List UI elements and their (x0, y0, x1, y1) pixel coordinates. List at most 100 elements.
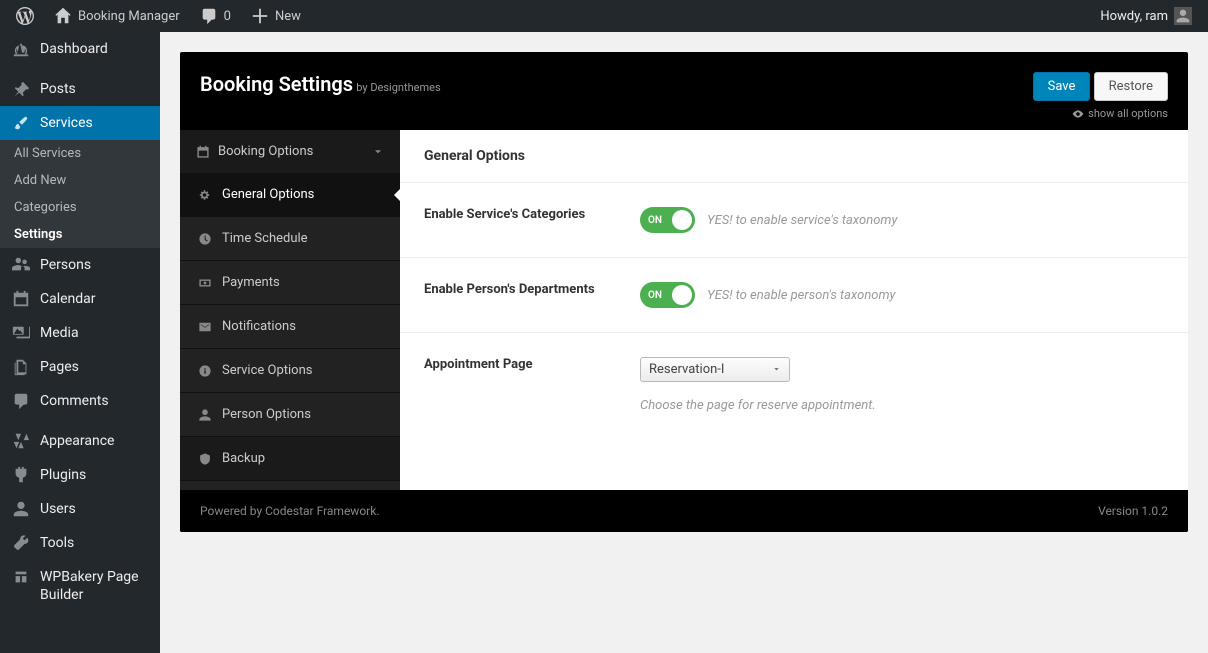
pin-icon (12, 80, 30, 98)
panel-nav-notifications[interactable]: Notifications (180, 305, 400, 349)
wp-logo[interactable] (8, 0, 42, 32)
sidebar-item-dashboard[interactable]: Dashboard (0, 32, 160, 66)
person-icon (198, 408, 212, 422)
panel-nav-item-label: Payments (222, 275, 280, 290)
sidebar-subitem-add-new[interactable]: Add New (0, 167, 160, 194)
site-name-item[interactable]: Booking Manager (46, 0, 188, 32)
eye-off-icon (1072, 108, 1084, 120)
panel-nav-item-label: Notifications (222, 319, 296, 334)
panel-main: General Options Enable Service's Categor… (400, 130, 1188, 490)
panel-nav-general-options[interactable]: General Options (180, 173, 400, 217)
sidebar-item-comments[interactable]: Comments (0, 384, 160, 418)
sidebar-item-label: WPBakery Page Builder (40, 568, 148, 604)
home-icon (54, 7, 72, 25)
chevron-down-icon (772, 365, 781, 374)
select-value: Reservation-I (649, 362, 724, 377)
field-appointment-page: Appointment Page Reservation-I Choose th… (400, 332, 1188, 437)
panel-header: Booking Settings by Designthemes Save Re… (180, 52, 1188, 130)
sidebar-item-posts[interactable]: Posts (0, 72, 160, 106)
field-label: Enable Service's Categories (424, 207, 640, 222)
panel-body: Booking Options General Options Time Sch… (180, 130, 1188, 490)
comments-count: 0 (224, 9, 231, 24)
site-name: Booking Manager (78, 9, 180, 24)
sidebar-item-calendar[interactable]: Calendar (0, 282, 160, 316)
user-icon (12, 500, 30, 518)
admin-bar-left: Booking Manager 0 New (8, 0, 309, 32)
calendar-icon (12, 290, 30, 308)
field-enable-categories: Enable Service's Categories ON YES! to e… (400, 182, 1188, 257)
sidebar-item-wpbakery[interactable]: WPBakery Page Builder (0, 560, 160, 612)
panel-title-wrap: Booking Settings by Designthemes (200, 72, 441, 96)
panel-nav-time-schedule[interactable]: Time Schedule (180, 217, 400, 261)
sidebar-item-media[interactable]: Media (0, 316, 160, 350)
info-icon (198, 364, 212, 378)
new-item[interactable]: New (243, 0, 309, 32)
field-hint: YES! to enable person's taxonomy (707, 288, 896, 303)
avatar (1174, 7, 1192, 25)
sidebar-submenu-services: All Services Add New Categories Settings (0, 140, 160, 248)
section-title: General Options (400, 130, 1188, 182)
users-icon (12, 256, 30, 274)
sidebar-subitem-all-services[interactable]: All Services (0, 140, 160, 167)
panel-nav-item-label: Person Options (222, 407, 311, 422)
panel-nav-backup[interactable]: Backup (180, 437, 400, 481)
sidebar-item-appearance[interactable]: Appearance (0, 424, 160, 458)
panel-nav-heading[interactable]: Booking Options (180, 130, 400, 173)
main-content: Booking Settings by Designthemes Save Re… (160, 32, 1208, 532)
panel-nav-item-label: Time Schedule (222, 231, 308, 246)
sidebar-item-plugins[interactable]: Plugins (0, 458, 160, 492)
settings-panel: Booking Settings by Designthemes Save Re… (180, 52, 1188, 532)
footer-credit: Powered by Codestar Framework. (200, 504, 379, 518)
sidebar-subitem-categories[interactable]: Categories (0, 194, 160, 221)
field-control: ON YES! to enable person's taxonomy (640, 282, 1164, 308)
sidebar-item-users[interactable]: Users (0, 492, 160, 526)
dashboard-icon (12, 40, 30, 58)
sidebar-item-pages[interactable]: Pages (0, 350, 160, 384)
pages-icon (12, 358, 30, 376)
shield-icon (198, 452, 212, 466)
brush-icon (12, 114, 30, 132)
sidebar-item-persons[interactable]: Persons (0, 248, 160, 282)
panel-nav-person-options[interactable]: Person Options (180, 393, 400, 437)
mail-icon (198, 320, 212, 334)
sidebar-item-label: Pages (40, 359, 79, 375)
comment-icon (200, 7, 218, 25)
calendar-icon (196, 145, 210, 159)
panel-nav-item-label: Service Options (222, 363, 312, 378)
sidebar-item-services[interactable]: Services (0, 106, 160, 140)
admin-sidebar: Dashboard Posts Services All Services Ad… (0, 32, 160, 653)
field-hint: YES! to enable service's taxonomy (707, 213, 897, 228)
panel-nav-item-label: Backup (222, 451, 265, 466)
field-description: Choose the page for reserve appointment. (640, 398, 1164, 413)
panel-nav-item-label: General Options (222, 187, 314, 202)
sidebar-item-label: Tools (40, 535, 74, 551)
tools-icon (12, 534, 30, 552)
admin-bar: Booking Manager 0 New Howdy, ram (0, 0, 1208, 32)
sidebar-item-label: Appearance (40, 433, 114, 449)
save-button[interactable]: Save (1033, 72, 1091, 101)
sidebar-item-label: Plugins (40, 467, 86, 483)
panel-nav-service-options[interactable]: Service Options (180, 349, 400, 393)
appointment-page-select[interactable]: Reservation-I (640, 357, 790, 382)
sidebar-item-label: Users (40, 501, 76, 517)
admin-bar-right[interactable]: Howdy, ram (1100, 7, 1200, 25)
show-all-options-link[interactable]: show all options (1033, 107, 1168, 120)
comments-item[interactable]: 0 (192, 0, 239, 32)
panel-actions: Save Restore show all options (1033, 72, 1168, 120)
sidebar-subitem-settings[interactable]: Settings (0, 221, 160, 248)
enable-departments-toggle[interactable]: ON (640, 282, 695, 308)
sidebar-item-tools[interactable]: Tools (0, 526, 160, 560)
panel-nav-payments[interactable]: Payments (180, 261, 400, 305)
restore-button[interactable]: Restore (1094, 72, 1168, 101)
show-all-label: show all options (1088, 107, 1168, 120)
field-enable-departments: Enable Person's Departments ON YES! to e… (400, 257, 1188, 332)
enable-categories-toggle[interactable]: ON (640, 207, 695, 233)
money-icon (198, 276, 212, 290)
field-label: Appointment Page (424, 357, 640, 372)
toggle-text: ON (648, 215, 662, 226)
panel-subtitle: by Designthemes (356, 81, 440, 94)
chevron-down-icon (372, 146, 384, 158)
plus-icon (251, 7, 269, 25)
gear-icon (198, 188, 212, 202)
footer-version: Version 1.0.2 (1098, 504, 1168, 518)
